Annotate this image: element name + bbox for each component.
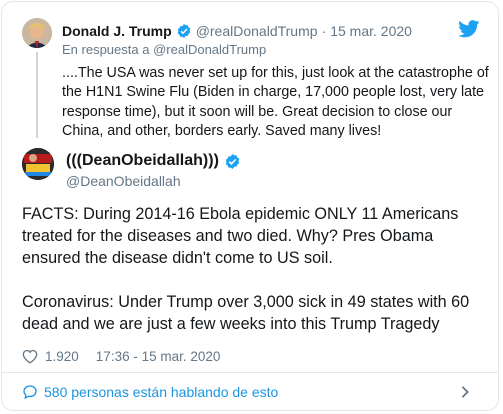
verified-badge-icon (177, 24, 190, 38)
separator-dot: · (321, 23, 327, 39)
tweet-paragraph: Coronavirus: Under Trump over 3,000 sick… (22, 293, 470, 333)
heart-icon[interactable] (22, 349, 38, 364)
tweet-date[interactable]: 15 mar. 2020 (330, 23, 412, 39)
author-name[interactable]: (((DeanObeidallah))) (66, 152, 219, 170)
avatar[interactable] (22, 148, 54, 180)
reply-prefix: En respuesta a (62, 42, 150, 57)
tweet-meta: 1.920 17:36 - 15 mar. 2020 (22, 348, 220, 364)
quoted-tweet-text: ....The USA was never set up for this, j… (62, 65, 489, 139)
conversation-count-text: 580 personas están hablando de esto (44, 384, 279, 400)
avatar-image (22, 148, 54, 180)
avatar-image (22, 18, 52, 48)
reply-context: En respuesta a @realDonaldTrump (62, 42, 266, 57)
twitter-bird-icon[interactable] (458, 20, 480, 38)
tweet-paragraph: FACTS: During 2014-16 Ebola epidemic ONL… (22, 205, 459, 267)
tweet-text: FACTS: During 2014-16 Ebola epidemic ONL… (22, 203, 482, 335)
embedded-tweet-card: Donald J. Trump @realDonaldTrump · 15 ma… (1, 1, 499, 411)
author-handle[interactable]: @realDonaldTrump (196, 23, 318, 39)
author-name-row: (((DeanObeidallah))) (66, 152, 245, 170)
author-name[interactable]: Donald J. Trump (62, 23, 172, 39)
tweet-timestamp[interactable]: 17:36 - 15 mar. 2020 (96, 349, 221, 364)
thread-line (36, 52, 38, 138)
quoted-tweet[interactable]: Donald J. Trump @realDonaldTrump · 15 ma… (2, 2, 498, 142)
verified-badge-icon (225, 153, 240, 169)
like-count[interactable]: 1.920 (45, 349, 79, 364)
conversation-link[interactable]: 580 personas están hablando de esto (2, 373, 498, 410)
author-handle[interactable]: @DeanObeidallah (66, 173, 181, 189)
quoted-tweet-header: Donald J. Trump @realDonaldTrump · 15 ma… (62, 22, 412, 40)
speech-bubble-icon (23, 385, 37, 400)
chevron-right-icon[interactable] (460, 385, 470, 399)
reply-mention-link[interactable]: @realDonaldTrump (153, 42, 266, 57)
avatar[interactable] (22, 18, 52, 48)
